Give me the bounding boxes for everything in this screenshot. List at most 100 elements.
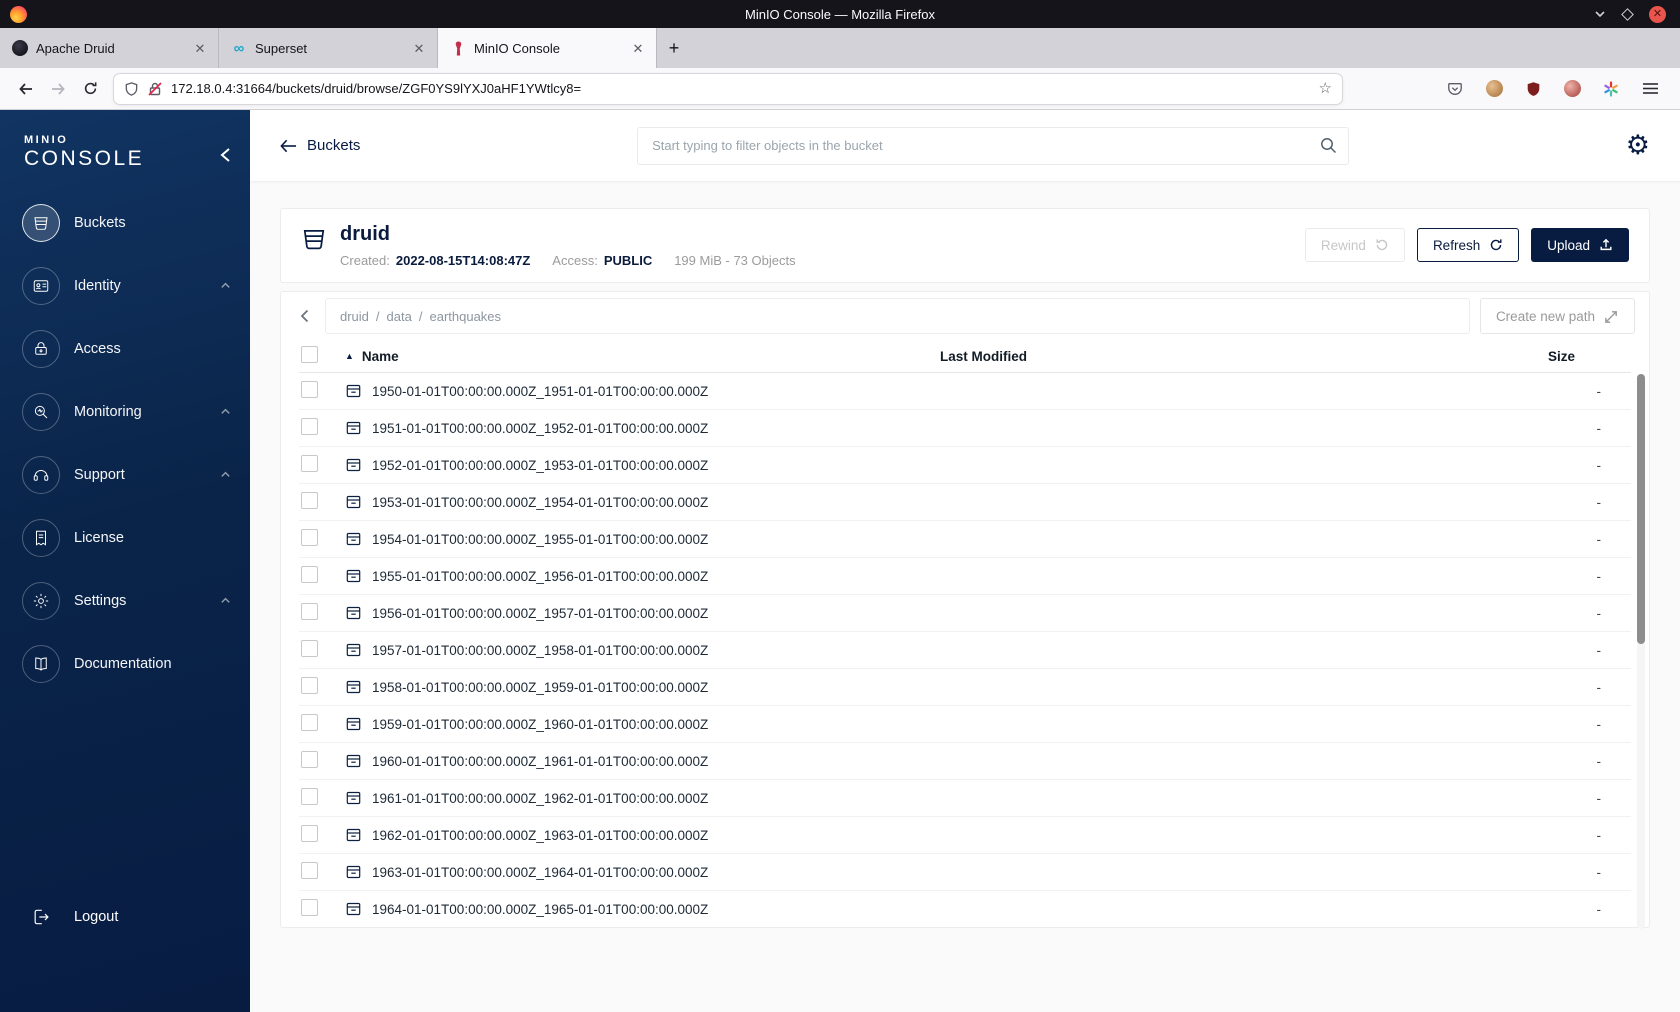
table-row[interactable]: 1963-01-01T00:00:00.000Z_1964-01-01T00:0… (299, 854, 1631, 891)
profile-avatar-1[interactable] (1478, 74, 1510, 104)
row-checkbox[interactable] (301, 788, 318, 805)
row-checkbox[interactable] (301, 714, 318, 731)
path-back-button[interactable] (295, 308, 315, 324)
upload-button[interactable]: Upload (1531, 228, 1629, 262)
reload-button[interactable] (74, 74, 106, 104)
tab-minio-console[interactable]: MinIO Console ✕ (438, 28, 657, 68)
close-window-button[interactable]: ✕ (1649, 5, 1666, 23)
tab-superset[interactable]: ∞ Superset ✕ (219, 28, 438, 68)
extension-pinwheel-button[interactable] (1595, 74, 1627, 104)
row-checkbox[interactable] (301, 640, 318, 657)
forward-button[interactable] (42, 74, 74, 104)
table-row[interactable]: 1964-01-01T00:00:00.000Z_1965-01-01T00:0… (299, 891, 1631, 927)
table-row[interactable]: 1957-01-01T00:00:00.000Z_1958-01-01T00:0… (299, 632, 1631, 669)
druid-favicon-icon (12, 40, 28, 56)
row-checkbox[interactable] (301, 529, 318, 546)
row-checkbox[interactable] (301, 862, 318, 879)
settings-gear-button[interactable]: ⚙ (1626, 132, 1650, 159)
sidebar-item-documentation[interactable]: Documentation (0, 632, 250, 695)
back-button[interactable] (10, 74, 42, 104)
row-checkbox[interactable] (301, 825, 318, 842)
object-folder-icon (345, 531, 362, 547)
object-folder-icon (345, 605, 362, 621)
row-checkbox[interactable] (301, 566, 318, 583)
insecure-lock-icon[interactable] (147, 81, 163, 97)
column-header-last-modified[interactable]: Last Modified (940, 349, 1481, 364)
tab-apache-druid[interactable]: Apache Druid ✕ (0, 28, 219, 68)
row-checkbox[interactable] (301, 418, 318, 435)
row-checkbox[interactable] (301, 492, 318, 509)
table-row[interactable]: 1953-01-01T00:00:00.000Z_1954-01-01T00:0… (299, 484, 1631, 521)
back-to-buckets-link[interactable]: Buckets (280, 137, 360, 154)
sidebar-item-monitoring[interactable]: Monitoring (0, 380, 250, 443)
tab-close-button[interactable]: ✕ (190, 38, 210, 58)
superset-favicon-icon: ∞ (233, 39, 245, 57)
table-row[interactable]: 1956-01-01T00:00:00.000Z_1957-01-01T00:0… (299, 595, 1631, 632)
rewind-button[interactable]: Rewind (1304, 228, 1405, 262)
table-row[interactable]: 1955-01-01T00:00:00.000Z_1956-01-01T00:0… (299, 558, 1631, 595)
new-tab-button[interactable]: + (657, 28, 691, 68)
adblock-extension-button[interactable] (1517, 74, 1549, 104)
minio-favicon-icon (450, 40, 466, 56)
console-header: Buckets ⚙ (250, 110, 1680, 182)
list-scrollbar[interactable] (1637, 374, 1645, 929)
object-folder-icon (345, 753, 362, 769)
table-row[interactable]: 1954-01-01T00:00:00.000Z_1955-01-01T00:0… (299, 521, 1631, 558)
rewind-icon (1376, 239, 1388, 251)
sidebar-item-identity[interactable]: Identity (0, 254, 250, 317)
profile-avatar-2[interactable] (1556, 74, 1588, 104)
collapse-sidebar-button[interactable] (218, 146, 234, 164)
row-checkbox[interactable] (301, 899, 318, 916)
object-filter-input[interactable] (637, 126, 1350, 165)
row-checkbox[interactable] (301, 751, 318, 768)
objects-table: ▲ Name Last Modified Size 1950-01-01T00:… (281, 340, 1649, 929)
scrollbar-thumb[interactable] (1637, 374, 1645, 644)
bookmark-star-icon[interactable]: ☆ (1319, 81, 1332, 96)
table-row[interactable]: 1958-01-01T00:00:00.000Z_1959-01-01T00:0… (299, 669, 1631, 706)
menu-hamburger-button[interactable] (1634, 74, 1666, 104)
sidebar-item-logout[interactable]: Logout (0, 894, 250, 940)
tracking-shield-icon[interactable] (124, 81, 139, 97)
breadcrumb-part-folder[interactable]: data (387, 309, 412, 324)
row-checkbox[interactable] (301, 677, 318, 694)
table-row[interactable]: 1951-01-01T00:00:00.000Z_1952-01-01T00:0… (299, 410, 1631, 447)
sidebar-item-label: Buckets (74, 214, 126, 231)
object-folder-icon (345, 383, 362, 399)
table-row[interactable]: 1960-01-01T00:00:00.000Z_1961-01-01T00:0… (299, 743, 1631, 780)
row-checkbox[interactable] (301, 603, 318, 620)
row-checkbox[interactable] (301, 381, 318, 398)
created-value: 2022-08-15T14:08:47Z (395, 253, 531, 268)
sidebar-item-support[interactable]: Support (0, 443, 250, 506)
list-tabs-chevron-icon[interactable] (1594, 8, 1606, 20)
table-row[interactable]: 1962-01-01T00:00:00.000Z_1963-01-01T00:0… (299, 817, 1631, 854)
column-header-name[interactable]: ▲ Name (345, 349, 940, 364)
object-size: - (1596, 568, 1602, 584)
object-size: - (1596, 864, 1602, 880)
sidebar-item-license[interactable]: License (0, 506, 250, 569)
create-new-path-button[interactable]: Create new path (1479, 298, 1635, 334)
create-new-path-label: Create new path (1495, 308, 1595, 324)
table-row[interactable]: 1950-01-01T00:00:00.000Z_1951-01-01T00:0… (299, 373, 1631, 410)
sidebar-item-buckets[interactable]: Buckets (0, 191, 250, 254)
console-logo: CONSOLE (24, 147, 145, 170)
table-row[interactable]: 1959-01-01T00:00:00.000Z_1960-01-01T00:0… (299, 706, 1631, 743)
table-row[interactable]: 1961-01-01T00:00:00.000Z_1962-01-01T00:0… (299, 780, 1631, 817)
object-size: - (1596, 716, 1602, 732)
url-text[interactable]: 172.18.0.4:31664/buckets/druid/browse/ZG… (171, 81, 1311, 96)
breadcrumb-separator: / (375, 308, 380, 324)
sidebar-item-label: Monitoring (74, 403, 142, 420)
url-bar[interactable]: 172.18.0.4:31664/buckets/druid/browse/ZG… (114, 73, 1342, 104)
column-header-size[interactable]: Size (1481, 349, 1631, 364)
table-row[interactable]: 1952-01-01T00:00:00.000Z_1953-01-01T00:0… (299, 447, 1631, 484)
tab-close-button[interactable]: ✕ (409, 38, 429, 58)
breadcrumb-part-bucket[interactable]: druid (340, 309, 369, 324)
sidebar-item-settings[interactable]: Settings (0, 569, 250, 632)
tab-close-button[interactable]: ✕ (628, 38, 648, 58)
refresh-button[interactable]: Refresh (1416, 228, 1520, 262)
select-all-checkbox[interactable] (301, 346, 318, 363)
row-checkbox[interactable] (301, 455, 318, 472)
pocket-save-button[interactable] (1439, 74, 1471, 104)
restore-window-button[interactable] (1621, 7, 1634, 21)
breadcrumb-part-current[interactable]: earthquakes (429, 309, 501, 324)
sidebar-item-access[interactable]: Access (0, 317, 250, 380)
